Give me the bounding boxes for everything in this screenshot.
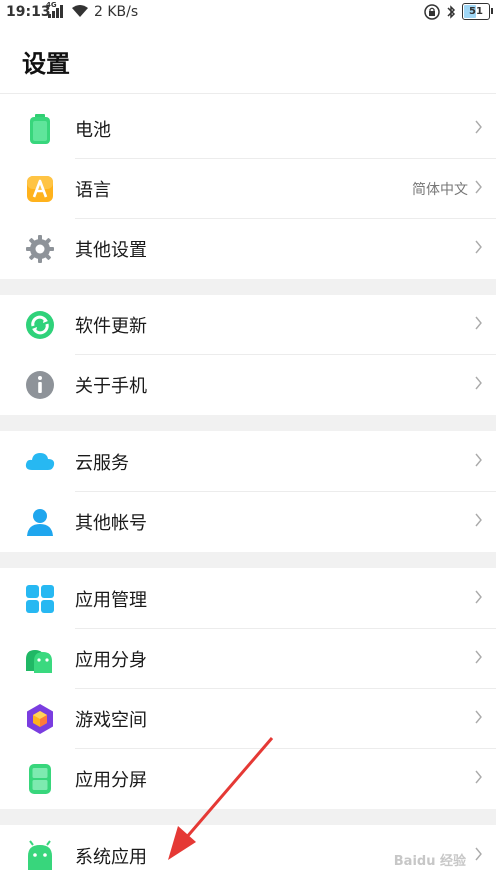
section-gap (0, 279, 496, 295)
item-label: 应用分屏 (75, 770, 147, 791)
settings-item-software-update[interactable]: 软件更新 (0, 295, 496, 355)
item-label: 电池 (75, 120, 111, 141)
item-label: 应用分身 (75, 650, 147, 671)
chevron-right-icon (475, 847, 482, 861)
status-bar: 19:13 4G 2 KB/s 51 (0, 0, 496, 26)
battery-indicator: 51 (462, 3, 493, 20)
chevron-right-icon (475, 316, 482, 330)
section-gap (0, 415, 496, 431)
settings-item-split-screen[interactable]: 应用分屏 (0, 749, 496, 809)
settings-item-app-clone[interactable]: 应用分身 (0, 629, 496, 689)
item-value: 简体中文 (412, 182, 468, 198)
chevron-right-icon (475, 770, 482, 784)
settings-item-language[interactable]: 语言 简体中文 (0, 159, 496, 219)
settings-item-about-phone[interactable]: 关于手机 (0, 355, 496, 415)
settings-item-other-settings[interactable]: 其他设置 (0, 219, 496, 279)
settings-item-cloud-service[interactable]: 云服务 (0, 432, 496, 492)
network-speed: 2 KB/s (94, 4, 139, 20)
item-label: 其他设置 (75, 240, 147, 261)
chevron-right-icon (475, 376, 482, 390)
battery-icon (30, 114, 50, 144)
signal-icon (48, 5, 63, 18)
status-time: 19:13 (6, 4, 51, 20)
item-label: 应用管理 (75, 590, 147, 611)
lock-rotation-icon (424, 3, 440, 20)
language-icon (27, 176, 53, 202)
item-label: 软件更新 (75, 316, 147, 337)
title-divider (0, 93, 496, 94)
settings-item-app-management[interactable]: 应用管理 (0, 569, 496, 629)
settings-item-other-accounts[interactable]: 其他帐号 (0, 492, 496, 552)
settings-item-game-space[interactable]: 游戏空间 (0, 689, 496, 749)
item-label: 系统应用 (75, 847, 147, 868)
battery-level: 51 (469, 6, 483, 17)
person-icon (27, 509, 53, 536)
android-icon (28, 840, 52, 870)
chevron-right-icon (475, 710, 482, 724)
android-icon (26, 650, 52, 673)
item-label: 语言 (75, 180, 111, 201)
chevron-right-icon (475, 180, 482, 194)
gear-icon (26, 235, 54, 263)
wifi-icon (72, 5, 88, 17)
chevron-right-icon (475, 590, 482, 604)
chevron-right-icon (475, 120, 482, 134)
chevron-right-icon (475, 513, 482, 527)
chevron-right-icon (475, 650, 482, 664)
cloud-icon (25, 453, 55, 470)
item-label: 其他帐号 (75, 513, 147, 534)
info-icon (26, 371, 54, 399)
settings-item-battery[interactable]: 电池 (0, 99, 496, 159)
cube-icon (27, 704, 53, 734)
chevron-right-icon (475, 240, 482, 254)
update-icon (26, 311, 54, 339)
page-title: 设置 (22, 50, 70, 78)
item-label: 云服务 (75, 453, 129, 474)
settings-item-system-apps[interactable]: 系统应用 (0, 826, 496, 886)
section-gap (0, 552, 496, 568)
chevron-right-icon (475, 453, 482, 467)
app-grid-icon (26, 585, 54, 613)
item-label: 游戏空间 (75, 710, 147, 731)
item-label: 关于手机 (75, 376, 147, 397)
bluetooth-icon (447, 4, 456, 19)
split-screen-icon (29, 764, 51, 794)
section-gap (0, 809, 496, 825)
